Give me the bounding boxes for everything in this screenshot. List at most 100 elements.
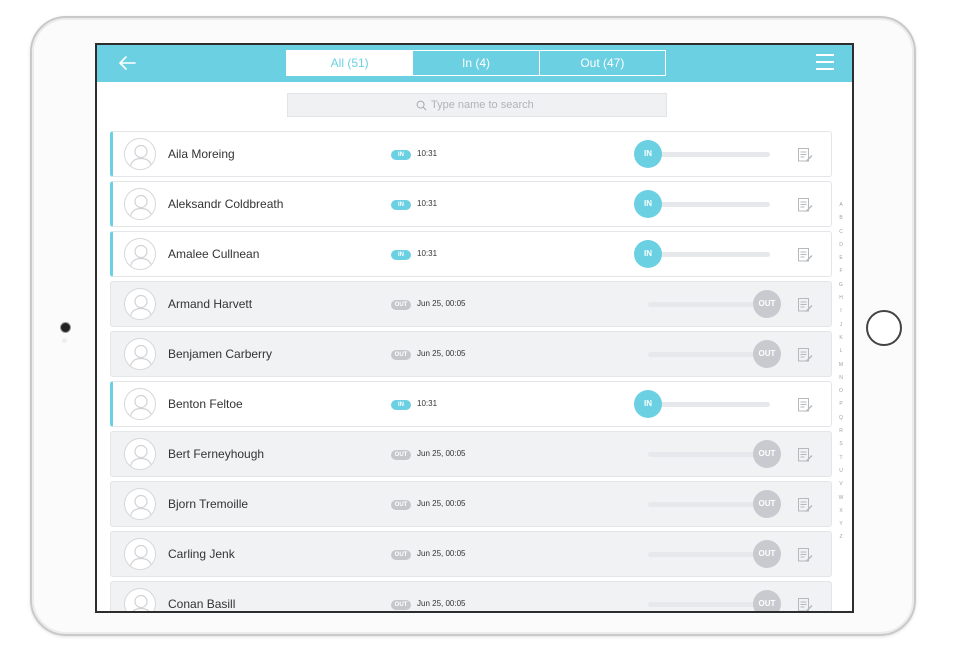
alphabet-letter[interactable]: O	[835, 385, 847, 398]
edit-note-icon[interactable]	[797, 497, 813, 513]
alphabet-letter[interactable]: B	[835, 212, 847, 225]
edit-note-icon[interactable]	[797, 597, 813, 613]
list-item[interactable]: Conan Basill OUT Jun 25, 00:05 OUT	[110, 581, 832, 613]
status-slider-track[interactable]	[648, 502, 770, 507]
user-avatar-icon	[129, 144, 153, 169]
list-item[interactable]: Armand Harvett OUT Jun 25, 00:05 OUT	[110, 281, 832, 327]
status-toggle-knob[interactable]: IN	[634, 390, 662, 418]
alphabet-letter[interactable]: Z	[835, 531, 847, 544]
alphabet-letter[interactable]: U	[835, 465, 847, 478]
person-name: Bjorn Tremoille	[168, 497, 249, 511]
list-item[interactable]: Benjamen Carberry OUT Jun 25, 00:05 OUT	[110, 331, 832, 377]
alphabet-letter[interactable]: Q	[835, 412, 847, 425]
list-item[interactable]: Carling Jenk OUT Jun 25, 00:05 OUT	[110, 531, 832, 577]
user-avatar-icon	[124, 488, 156, 520]
edit-note-icon[interactable]	[797, 347, 813, 363]
tab-in[interactable]: In (4)	[413, 51, 540, 75]
status-slider-track[interactable]	[648, 402, 770, 407]
search-icon	[416, 100, 427, 111]
tab-out[interactable]: Out (47)	[540, 51, 665, 75]
menu-line	[816, 61, 834, 63]
alphabet-letter[interactable]: N	[835, 372, 847, 385]
alphabet-letter[interactable]: Y	[835, 518, 847, 531]
user-avatar-icon	[129, 344, 153, 369]
alphabet-letter[interactable]: F	[835, 265, 847, 278]
list-item[interactable]: Bert Ferneyhough OUT Jun 25, 00:05 OUT	[110, 431, 832, 477]
status-badge: OUT	[391, 600, 411, 610]
status-badge: IN	[391, 400, 411, 410]
person-name: Amalee Cullnean	[168, 247, 260, 261]
status-badge: OUT	[391, 450, 411, 460]
app-screen: All (51) In (4) Out (47) Aila MoreingIN1…	[95, 43, 854, 613]
status-time: 10:31	[417, 149, 438, 158]
alphabet-letter[interactable]: H	[835, 292, 847, 305]
status-slider-track[interactable]	[648, 152, 770, 157]
person-name: Armand Harvett	[168, 297, 253, 311]
status-time: Jun 25, 00:05	[417, 449, 466, 458]
alphabet-letter[interactable]: A	[835, 199, 847, 212]
status-toggle-knob[interactable]: OUT	[753, 290, 781, 318]
alphabet-letter[interactable]: M	[835, 359, 847, 372]
alphabet-letter[interactable]: P	[835, 398, 847, 411]
user-avatar-icon	[124, 538, 156, 570]
status-badge: IN	[391, 250, 411, 260]
alphabet-letter[interactable]: C	[835, 226, 847, 239]
list-item[interactable]: Aila Moreing IN 10:31 IN	[110, 131, 832, 177]
status-slider-track[interactable]	[648, 552, 770, 557]
status-toggle-knob[interactable]: IN	[634, 140, 662, 168]
edit-note-icon[interactable]	[797, 297, 813, 313]
status-slider-track[interactable]	[648, 352, 770, 357]
status-toggle-knob[interactable]: IN	[634, 240, 662, 268]
alphabet-letter[interactable]: D	[835, 239, 847, 252]
alphabet-index: ABCDEFGHIJKLMNOPQRSTUVWXYZ	[835, 199, 847, 545]
list-item[interactable]: Aleksandr Coldbreath IN 10:31 IN	[110, 181, 832, 227]
alphabet-letter[interactable]: R	[835, 425, 847, 438]
tab-all[interactable]: All (51)	[287, 51, 414, 75]
status-slider-track[interactable]	[648, 252, 770, 257]
person-name: Conan Basill	[168, 597, 236, 611]
alphabet-letter[interactable]: G	[835, 279, 847, 292]
list-item[interactable]: Amalee Cullnean IN 10:31 IN	[110, 231, 832, 277]
edit-note-icon[interactable]	[797, 547, 813, 563]
status-toggle-knob[interactable]: OUT	[753, 440, 781, 468]
home-button[interactable]	[866, 310, 902, 346]
alphabet-letter[interactable]: T	[835, 452, 847, 465]
user-avatar-icon	[124, 388, 156, 420]
status-slider-track[interactable]	[648, 602, 770, 607]
alphabet-letter[interactable]: W	[835, 492, 847, 505]
edit-note-icon[interactable]	[797, 247, 813, 263]
status-slider-track[interactable]	[648, 452, 770, 457]
status-time: 10:31	[417, 249, 438, 258]
status-toggle-knob[interactable]: OUT	[753, 490, 781, 518]
alphabet-letter[interactable]: K	[835, 332, 847, 345]
alphabet-letter[interactable]: V	[835, 478, 847, 491]
arrow-left-icon[interactable]	[115, 51, 139, 75]
alphabet-letter[interactable]: J	[835, 319, 847, 332]
menu-line	[816, 68, 834, 70]
status-time: Jun 25, 00:05	[417, 349, 466, 358]
status-toggle-knob[interactable]: OUT	[753, 540, 781, 568]
status-slider-track[interactable]	[648, 302, 770, 307]
list-item[interactable]: Bjorn Tremoille OUT Jun 25, 00:05 OUT	[110, 481, 832, 527]
status-toggle-knob[interactable]: IN	[634, 190, 662, 218]
alphabet-letter[interactable]: I	[835, 305, 847, 318]
alphabet-letter[interactable]: L	[835, 345, 847, 358]
hamburger-menu-icon[interactable]	[816, 54, 834, 72]
edit-note-icon[interactable]	[797, 397, 813, 413]
status-time: Jun 25, 00:05	[417, 299, 466, 308]
search-input[interactable]	[431, 94, 611, 116]
status-toggle-knob[interactable]: OUT	[753, 340, 781, 368]
alphabet-letter[interactable]: S	[835, 438, 847, 451]
edit-note-icon[interactable]	[797, 447, 813, 463]
status-badge: IN	[391, 200, 411, 210]
person-name: Benton Feltoe	[168, 397, 243, 411]
alphabet-letter[interactable]: X	[835, 505, 847, 518]
user-avatar-icon	[124, 288, 156, 320]
edit-note-icon[interactable]	[797, 147, 813, 163]
alphabet-letter[interactable]: E	[835, 252, 847, 265]
status-slider-track[interactable]	[648, 202, 770, 207]
edit-note-icon[interactable]	[797, 197, 813, 213]
list-item[interactable]: Benton Feltoe IN 10:31 IN	[110, 381, 832, 427]
status-badge: OUT	[391, 350, 411, 360]
status-toggle-knob[interactable]: OUT	[753, 590, 781, 611]
